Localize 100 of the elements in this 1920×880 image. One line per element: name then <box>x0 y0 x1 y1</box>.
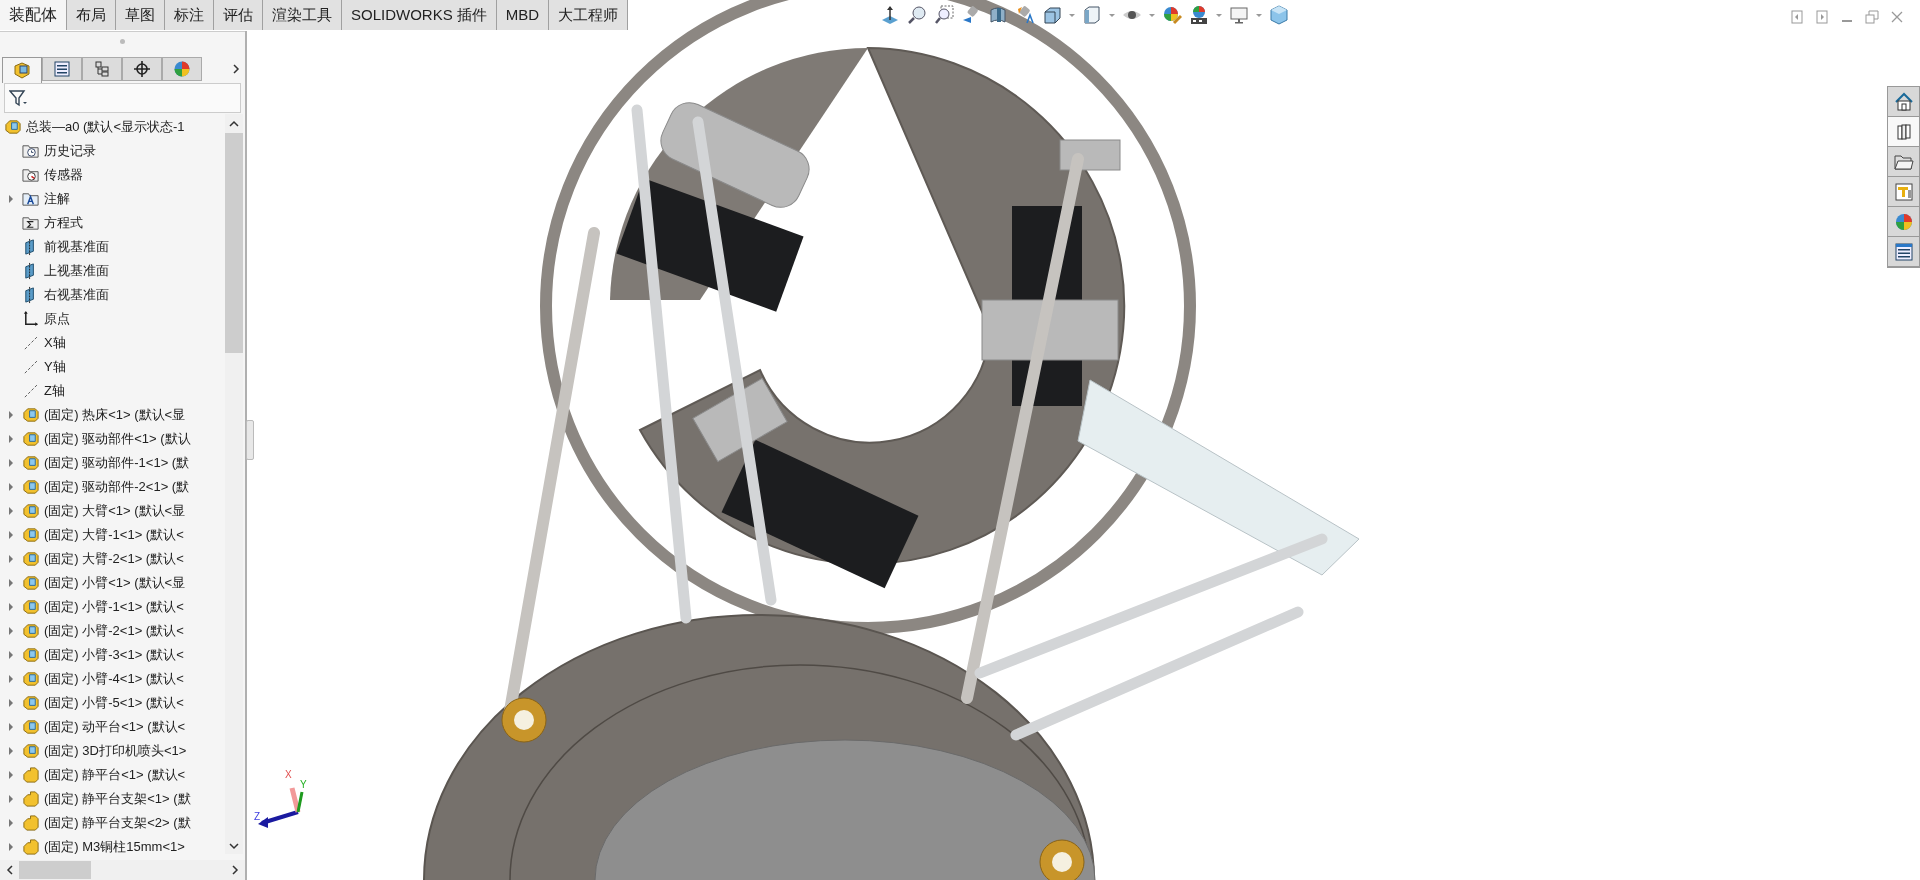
expand-arrow-icon[interactable] <box>8 555 14 563</box>
zoom-area-icon[interactable] <box>934 5 954 25</box>
command-tab[interactable]: 渲染工具 <box>263 0 342 30</box>
tree-item[interactable]: 右视基准面 <box>44 286 109 304</box>
expand-arrow-icon[interactable] <box>8 723 14 731</box>
close-icon[interactable] <box>1890 10 1904 24</box>
expand-arrow-icon[interactable] <box>8 435 14 443</box>
caret-icon[interactable] <box>1216 12 1222 18</box>
expand-arrow-icon[interactable] <box>8 507 14 515</box>
expand-arrow-icon[interactable] <box>8 531 14 539</box>
monitor-icon[interactable] <box>1229 5 1249 25</box>
tree-item[interactable]: 传感器 <box>44 166 83 184</box>
scroll-left-icon[interactable] <box>6 865 13 875</box>
tree-item[interactable]: 总装—a0 (默认<显示状态-1 <box>26 118 185 136</box>
command-tab[interactable]: 布局 <box>67 0 116 30</box>
tree-item[interactable]: 上视基准面 <box>44 262 109 280</box>
command-tab[interactable]: 装配体 <box>0 0 67 30</box>
command-tab[interactable]: 评估 <box>214 0 263 30</box>
tree-item[interactable]: (固定) 小臂-2<1> (默认< <box>44 622 184 640</box>
panel-tab[interactable] <box>82 57 122 81</box>
tree-item[interactable]: (固定) 静平台支架<2> (默 <box>44 814 191 832</box>
tree-item[interactable]: (固定) 大臂-1<1> (默认< <box>44 526 184 544</box>
panel-tab[interactable] <box>122 57 162 81</box>
expand-arrow-icon[interactable] <box>8 819 14 827</box>
expand-arrow-icon[interactable] <box>8 459 14 467</box>
tree-item[interactable]: (固定) 热床<1> (默认<显 <box>44 406 186 424</box>
expand-arrow-icon[interactable] <box>8 747 14 755</box>
tree-item[interactable]: 方程式 <box>44 214 83 232</box>
tree-item[interactable]: (固定) 小臂<1> (默认<显 <box>44 574 186 592</box>
tree-item[interactable]: (固定) 小臂-4<1> (默认< <box>44 670 184 688</box>
caret-icon[interactable] <box>1256 12 1262 18</box>
tree-item[interactable]: (固定) 驱动部件<1> (默认 <box>44 430 191 448</box>
command-tab[interactable]: MBD <box>496 0 550 30</box>
tree-item[interactable]: (固定) 3D打印机喷头<1> <box>44 742 187 760</box>
command-tab[interactable]: 草图 <box>116 0 165 30</box>
tree-item[interactable]: 前视基准面 <box>44 238 109 256</box>
command-tab[interactable]: 大工程师 <box>549 0 629 30</box>
panel-splitter-handle[interactable] <box>246 420 254 460</box>
expand-arrow-icon[interactable] <box>8 651 14 659</box>
assembly-icon <box>22 574 40 592</box>
tree-item[interactable]: (固定) 静平台支架<1> (默 <box>44 790 191 808</box>
command-tab[interactable]: SOLIDWORKS 插件 <box>342 0 497 30</box>
tile-left-icon[interactable] <box>1790 10 1804 24</box>
scrollbar-thumb[interactable] <box>225 133 243 353</box>
tree-item[interactable]: (固定) M3铜柱15mm<1> <box>44 838 185 856</box>
tree-item[interactable]: X轴 <box>44 334 66 352</box>
restore-icon[interactable] <box>1865 10 1879 24</box>
caret-icon[interactable] <box>1069 12 1075 18</box>
assembly-icon <box>22 526 40 544</box>
tree-item[interactable]: (固定) 动平台<1> (默认< <box>44 718 186 736</box>
expand-arrow-icon[interactable] <box>8 675 14 683</box>
expand-arrow-icon[interactable] <box>8 411 14 419</box>
tree-item[interactable]: Z轴 <box>44 382 65 400</box>
expand-arrow-icon[interactable] <box>8 699 14 707</box>
scrollbar-thumb[interactable] <box>19 861 91 879</box>
panel-tab[interactable] <box>42 57 82 81</box>
section-view-icon[interactable] <box>988 5 1008 25</box>
expand-arrow-icon[interactable] <box>8 771 14 779</box>
tree-item[interactable]: (固定) 小臂-5<1> (默认< <box>44 694 184 712</box>
tree-item[interactable]: Y轴 <box>44 358 66 376</box>
scroll-down-icon[interactable] <box>229 843 239 850</box>
caret-icon[interactable] <box>1149 12 1155 18</box>
scrollbar-track[interactable] <box>225 114 243 854</box>
cube-icon[interactable] <box>1269 5 1289 25</box>
property-list-icon <box>1892 240 1915 263</box>
tree-item[interactable]: (固定) 小臂-3<1> (默认< <box>44 646 184 664</box>
tree-item[interactable]: 原点 <box>44 310 70 328</box>
tree-item[interactable]: (固定) 大臂-2<1> (默认< <box>44 550 184 568</box>
horizontal-scrollbar[interactable] <box>0 860 245 880</box>
tree-item[interactable]: (固定) 驱动部件-2<1> (默 <box>44 478 190 496</box>
view-orientation-icon[interactable] <box>1042 5 1062 25</box>
caret-icon[interactable] <box>1109 12 1115 18</box>
expand-arrow-icon[interactable] <box>8 579 14 587</box>
tree-item[interactable]: 历史记录 <box>44 142 96 160</box>
tree-item[interactable]: (固定) 静平台<1> (默认< <box>44 766 186 784</box>
task-pane-tab[interactable] <box>1888 117 1919 147</box>
scroll-up-icon[interactable] <box>229 120 239 127</box>
expand-arrow-icon[interactable] <box>8 483 14 491</box>
scene-icon[interactable] <box>1189 5 1209 25</box>
zoom-fit-icon[interactable] <box>907 5 927 25</box>
tree-item[interactable]: (固定) 小臂-1<1> (默认< <box>44 598 184 616</box>
assembly-icon <box>22 502 40 520</box>
appearance-pencil-icon[interactable] <box>1162 5 1182 25</box>
tree-item[interactable]: 注解 <box>44 190 70 208</box>
plane-arrow-icon[interactable] <box>880 5 900 25</box>
scroll-right-icon[interactable] <box>232 865 239 875</box>
expand-arrow-icon[interactable] <box>8 603 14 611</box>
tree-item[interactable]: (固定) 大臂<1> (默认<显 <box>44 502 186 520</box>
command-tab[interactable]: 标注 <box>165 0 214 30</box>
filter-field[interactable] <box>4 83 241 113</box>
chevron-right-icon[interactable] <box>231 63 241 75</box>
expand-arrow-icon[interactable] <box>8 627 14 635</box>
tree-item[interactable]: (固定) 驱动部件-1<1> (默 <box>44 454 190 472</box>
tile-right-icon[interactable] <box>1815 10 1829 24</box>
expand-arrow-icon[interactable] <box>8 195 14 203</box>
filter-icon <box>9 89 29 107</box>
assembly-icon <box>22 406 40 424</box>
display-style-icon[interactable] <box>1082 5 1102 25</box>
expand-arrow-icon[interactable] <box>8 795 14 803</box>
expand-arrow-icon[interactable] <box>8 843 14 851</box>
